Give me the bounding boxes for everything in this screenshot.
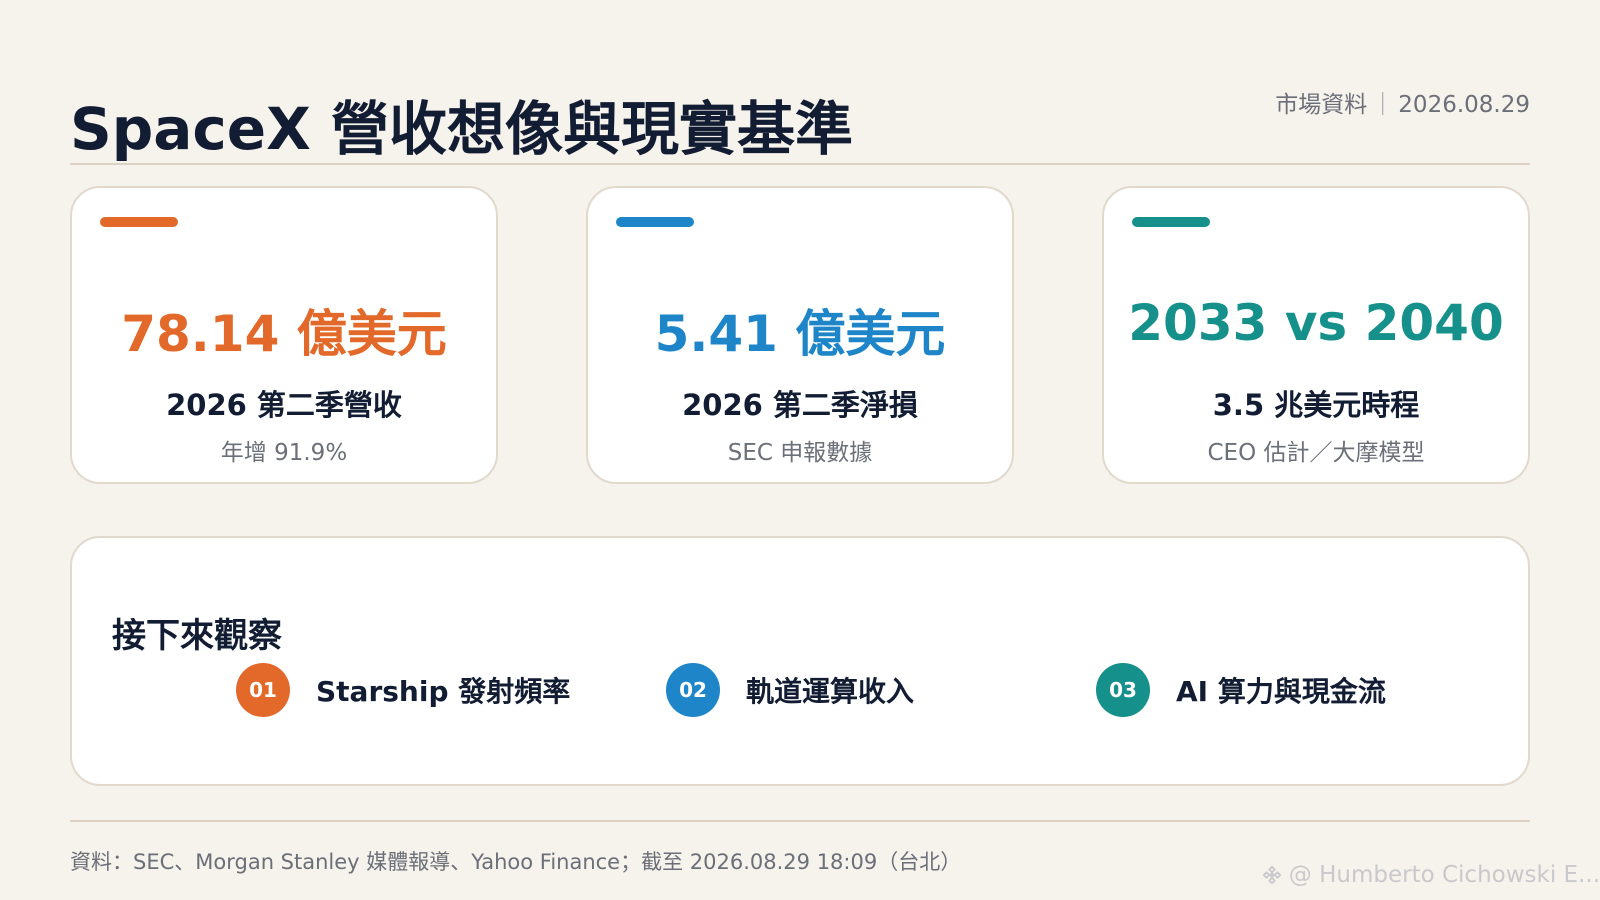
kpi-value: 5.41 億美元: [654, 305, 946, 363]
kpi-note: CEO 估計／大摩模型: [1207, 440, 1425, 466]
number-badge: 03: [1096, 663, 1150, 717]
header-meta: 市場資料｜ 2026.08.29: [1275, 85, 1530, 119]
kpi-label: 3.5 兆美元時程: [1212, 388, 1420, 422]
footer-divider: [70, 820, 1530, 822]
watch-panel: 接下來觀察 01 Starship 發射頻率 02 軌道運算收入 03 AI 算…: [70, 536, 1530, 786]
meta-date: 2026.08.29: [1398, 92, 1530, 118]
kpi-card-net-loss: 5.41 億美元 2026 第二季淨損 SEC 申報數據: [586, 186, 1014, 484]
kpi-value: 2033 vs 2040: [1128, 294, 1504, 352]
card-accent-bar: [100, 217, 178, 227]
binance-diamond-icon: [1262, 865, 1282, 885]
kpi-label: 2026 第二季營收: [166, 388, 402, 422]
meta-label: 市場資料: [1275, 92, 1368, 118]
watermark: @ Humberto Cichowski E...: [1261, 862, 1600, 888]
watermark-text: @ Humberto Cichowski E...: [1288, 862, 1600, 888]
kpi-note: 年增 91.9%: [220, 440, 348, 466]
card-accent-bar: [616, 217, 694, 227]
kpi-card-timeline: 2033 vs 2040 3.5 兆美元時程 CEO 估計／大摩模型: [1102, 186, 1530, 484]
watch-item-orbital-compute: 02 軌道運算收入: [666, 662, 914, 718]
card-accent-bar: [1132, 217, 1210, 227]
kpi-note: SEC 申報數據: [727, 440, 873, 466]
watch-item-ai-compute: 03 AI 算力與現金流: [1096, 662, 1386, 718]
kpi-value: 78.14 億美元: [121, 305, 447, 363]
watch-item-text: Starship 發射頻率: [316, 675, 571, 708]
number-badge: 02: [666, 663, 720, 717]
number-badge: 01: [236, 663, 290, 717]
meta-separator: ｜: [1371, 92, 1395, 118]
kpi-label: 2026 第二季淨損: [682, 388, 918, 422]
kpi-card-revenue: 78.14 億美元 2026 第二季營收 年增 91.9%: [70, 186, 498, 484]
header-divider: [70, 163, 1530, 165]
watch-item-text: 軌道運算收入: [746, 675, 915, 708]
watch-item-text: AI 算力與現金流: [1176, 675, 1386, 708]
watch-item-starship: 01 Starship 發射頻率: [236, 662, 570, 718]
source-note: 資料：SEC、Morgan Stanley 媒體報導、Yahoo Finance…: [70, 850, 962, 874]
watch-title: 接下來觀察: [112, 616, 282, 656]
page-title: SpaceX 營收想像與現實基準: [70, 95, 854, 163]
